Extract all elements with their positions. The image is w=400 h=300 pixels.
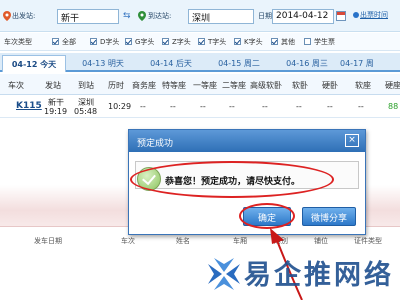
tab-04-15[interactable]: 04-15 周二 [206,55,272,72]
filter-option-label: G字头 [135,38,155,46]
filter-checkbox-g[interactable] [125,38,132,45]
column-header[interactable]: 一等座 [193,80,217,91]
train-type-filter: 车次类型 全部 D字头 G字头 Z字头 T字头 K字头 其他 学生票 [0,33,400,51]
seat-cell: -- [327,102,333,111]
filter-checkbox-student[interactable] [304,38,311,45]
filter-option-label: 全部 [62,38,76,46]
weibo-share-button[interactable]: 微博分享 [302,207,356,226]
depart-time-cell: 19:19 [44,107,68,116]
filter-checkbox-t[interactable] [198,38,205,45]
watermark-logo-icon [208,258,240,290]
seat-cell: -- [140,102,146,111]
passenger-table-header: 发车日期 车次 姓名 车厢 席别 铺位 证件类型 [0,233,400,247]
column-header: 铺位 [314,237,328,245]
date-tabs: 04-12 今天 04-13 明天 04-14 后天 04-15 周二 04-1… [0,53,400,72]
to-station-label: 到达站: [148,12,172,20]
column-header[interactable]: 硬卧 [322,80,338,91]
column-header[interactable]: 软座 [355,80,371,91]
tab-04-12[interactable]: 04-12 今天 [2,55,66,72]
seat-cell: -- [262,102,268,111]
calendar-icon[interactable] [336,11,346,21]
highlight-oval [130,161,334,198]
filter-checkbox-all[interactable] [52,38,59,45]
seat-cell: -- [358,102,364,111]
tab-04-16[interactable]: 04-16 周三 [274,55,340,72]
watermark-text: 易企推网络 [244,260,394,291]
seat-cell: -- [229,102,235,111]
dialog-title: 预定成功 [129,130,365,152]
column-header: 姓名 [176,237,190,245]
column-header[interactable]: 到站 [78,80,94,91]
location-pin-icon [3,11,11,21]
column-header[interactable]: 二等座 [222,80,246,91]
column-header[interactable]: 软卧 [292,80,308,91]
column-header[interactable]: 高级软卧 [250,80,282,91]
column-header: 发车日期 [34,237,62,245]
from-station-label: 出发站: [12,12,36,20]
column-header: 车次 [121,237,135,245]
filter-option-label: 学生票 [314,38,335,46]
column-header: 证件类型 [354,237,382,245]
column-header[interactable]: 商务座 [132,80,156,91]
column-header[interactable]: 车次 [8,80,24,91]
seat-cell: -- [296,102,302,111]
filter-option-label: K字头 [244,38,263,46]
filter-option-label: Z字头 [172,38,191,46]
filter-option-label: T字头 [208,38,227,46]
search-bar: 出发站: 新干 ⇆ 到达站: 深圳 日期: 2014-04-12 出票时间 [0,0,400,32]
train-table-header: 车次 发站 到站 历时 商务座 特等座 一等座 二等座 高级软卧 软卧 硬卧 软… [0,74,400,95]
filter-checkbox-k[interactable] [234,38,241,45]
highlight-oval [239,203,295,229]
info-icon [353,12,359,18]
seat-cell: -- [200,102,206,111]
to-station-input[interactable]: 深圳 [188,9,254,24]
filter-checkbox-z[interactable] [162,38,169,45]
swap-stations-icon[interactable]: ⇆ [123,11,131,21]
location-pin-icon [138,11,146,21]
tab-04-13[interactable]: 04-13 明天 [70,55,136,72]
column-header[interactable]: 特等座 [162,80,186,91]
date-input[interactable]: 2014-04-12 [272,9,334,24]
hard-seat-count: 88 [388,102,399,111]
print-time-link[interactable]: 出票时间 [360,10,388,20]
column-header[interactable]: 历时 [108,80,124,91]
filter-checkbox-d[interactable] [90,38,97,45]
column-header[interactable]: 硬座 [385,80,400,91]
table-row[interactable]: K115 新干 19:19 深圳 05:48 10:29 -- -- -- --… [0,96,400,118]
from-station-input[interactable]: 新干 [57,9,119,24]
tab-04-14[interactable]: 04-14 后天 [138,55,204,72]
column-header: 车厢 [233,237,247,245]
arrive-time-cell: 05:48 [74,107,98,116]
duration-cell: 10:29 [108,102,132,111]
filter-checkbox-other[interactable] [271,38,278,45]
close-icon[interactable]: × [345,134,359,147]
filter-option-label: 其他 [281,38,295,46]
column-header[interactable]: 发站 [45,80,61,91]
filter-label: 车次类型 [4,38,32,46]
seat-cell: -- [170,102,176,111]
tab-04-17[interactable]: 04-17 周 [340,55,398,72]
train-number-link[interactable]: K115 [16,101,42,111]
filter-option-label: D字头 [100,38,120,46]
